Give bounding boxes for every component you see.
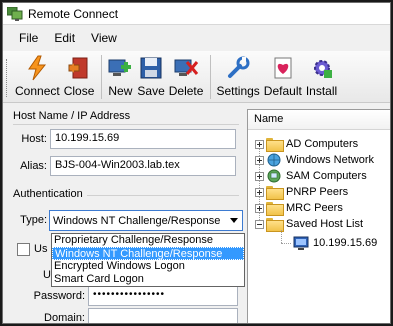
tree-item-sam-computers[interactable]: SAM Computers: [255, 168, 367, 184]
collapse-icon[interactable]: [255, 219, 264, 229]
toolbar: Connect Close New Save Delete Settings D…: [3, 51, 390, 103]
menu-bar: File Edit View: [3, 26, 390, 50]
menu-edit[interactable]: Edit: [46, 31, 83, 45]
user-label: U: [43, 269, 51, 281]
tree-item-label: Saved Host List: [286, 218, 364, 230]
alias-input[interactable]: BJS-004-Win2003.lab.tex: [50, 156, 236, 176]
divider: [87, 195, 239, 196]
auth-type-dropdown-list: Proprietary Challenge/Response Windows N…: [51, 233, 245, 287]
tree-item-label: SAM Computers: [286, 170, 367, 182]
expand-icon[interactable]: [255, 155, 264, 165]
delete-computer-icon: [173, 55, 199, 81]
ad-folder-icon: [266, 138, 284, 152]
title-bar: Remote Connect: [3, 3, 390, 25]
toolbar-separator: [101, 55, 103, 99]
close-button[interactable]: Close: [63, 51, 95, 101]
auth-option-encrypted-windows[interactable]: Encrypted Windows Logon: [52, 260, 244, 273]
tree-connector: [281, 243, 291, 244]
install-gear-icon: [309, 55, 335, 81]
tree-item-label: MRC Peers: [286, 202, 343, 214]
lightning-icon: [24, 55, 50, 81]
tree-item-saved-host[interactable]: 10.199.15.69: [293, 235, 377, 251]
default-heart-icon: [270, 55, 296, 81]
tree-item-label: PNRP Peers: [286, 186, 349, 198]
save-label: Save: [137, 84, 165, 98]
sam-network-icon: [267, 169, 281, 183]
computer-icon: [293, 236, 309, 250]
use-credentials-label: Us: [34, 243, 48, 255]
expand-icon[interactable]: [255, 171, 264, 181]
install-label: Install: [305, 84, 338, 98]
tree-item-ad-computers[interactable]: AD Computers: [255, 136, 358, 152]
delete-button[interactable]: Delete: [168, 51, 204, 101]
wrench-icon: [225, 55, 251, 81]
save-button[interactable]: Save: [137, 51, 165, 101]
delete-label: Delete: [168, 84, 204, 98]
remote-connect-window: Remote Connect File Edit View Connect Cl…: [2, 2, 391, 324]
tree-item-pnrp-peers[interactable]: PNRP Peers: [255, 184, 348, 200]
type-label: Type:: [20, 214, 47, 226]
password-input[interactable]: ••••••••••••••••: [88, 286, 238, 306]
settings-label: Settings: [216, 84, 260, 98]
host-label: Host:: [21, 133, 47, 145]
auth-type-select[interactable]: Windows NT Challenge/Response: [49, 210, 243, 231]
auth-option-smart-card[interactable]: Smart Card Logon: [52, 273, 244, 286]
menu-view[interactable]: View: [83, 31, 125, 45]
folder-icon: [266, 186, 284, 200]
divider: [13, 124, 239, 125]
floppy-disk-icon: [138, 55, 164, 81]
tree-item-windows-network[interactable]: Windows Network: [255, 152, 374, 168]
expand-icon[interactable]: [255, 203, 264, 213]
install-button[interactable]: Install: [306, 51, 337, 101]
expand-icon[interactable]: [255, 187, 264, 197]
toolbar-grip[interactable]: [6, 59, 9, 97]
expand-icon[interactable]: [255, 139, 264, 149]
tree-item-label: 10.199.15.69: [313, 237, 378, 249]
tree-connector: [281, 230, 282, 243]
auth-section-heading: Authentication: [13, 188, 83, 200]
host-input[interactable]: 10.199.15.69: [50, 129, 236, 149]
close-label: Close: [63, 84, 95, 98]
name-column-header[interactable]: Name: [248, 110, 390, 130]
auth-option-proprietary[interactable]: Proprietary Challenge/Response: [52, 234, 244, 247]
network-globe-icon: [267, 153, 281, 167]
folder-open-icon: [266, 218, 284, 232]
auth-option-windows-nt[interactable]: Windows NT Challenge/Response: [52, 247, 244, 260]
settings-button[interactable]: Settings: [216, 51, 260, 101]
domain-input[interactable]: [88, 308, 238, 323]
tree-item-label: AD Computers: [286, 138, 359, 150]
default-label: Default: [263, 84, 302, 98]
new-label: New: [108, 84, 133, 98]
toolbar-separator: [210, 55, 212, 99]
app-icon: [7, 6, 23, 21]
tree-item-label: Windows Network: [286, 154, 375, 166]
tree-item-saved-host-list[interactable]: Saved Host List: [255, 216, 363, 232]
window-title: Remote Connect: [28, 6, 119, 21]
domain-label: Domain:: [44, 312, 85, 324]
host-tree-pane: Name AD Computers Windows Network SAM Co…: [247, 109, 390, 323]
close-door-icon: [66, 55, 92, 81]
connection-settings-pane: Host Name / IP Address Host: 10.199.15.6…: [3, 104, 243, 324]
connect-label: Connect: [15, 84, 60, 98]
use-credentials-checkbox[interactable]: [17, 243, 30, 256]
new-button[interactable]: New: [107, 51, 133, 101]
connect-button[interactable]: Connect: [15, 51, 60, 101]
folder-icon: [266, 202, 284, 216]
menu-file[interactable]: File: [3, 31, 46, 45]
password-label: Password:: [33, 290, 85, 302]
default-button[interactable]: Default: [264, 51, 302, 101]
new-computer-icon: [107, 55, 133, 81]
host-section-heading: Host Name / IP Address: [13, 110, 131, 122]
alias-label: Alias:: [20, 160, 47, 172]
auth-type-value: Windows NT Challenge/Response: [53, 214, 221, 227]
chevron-down-icon[interactable]: [230, 218, 238, 223]
tree-item-mrc-peers[interactable]: MRC Peers: [255, 200, 343, 216]
